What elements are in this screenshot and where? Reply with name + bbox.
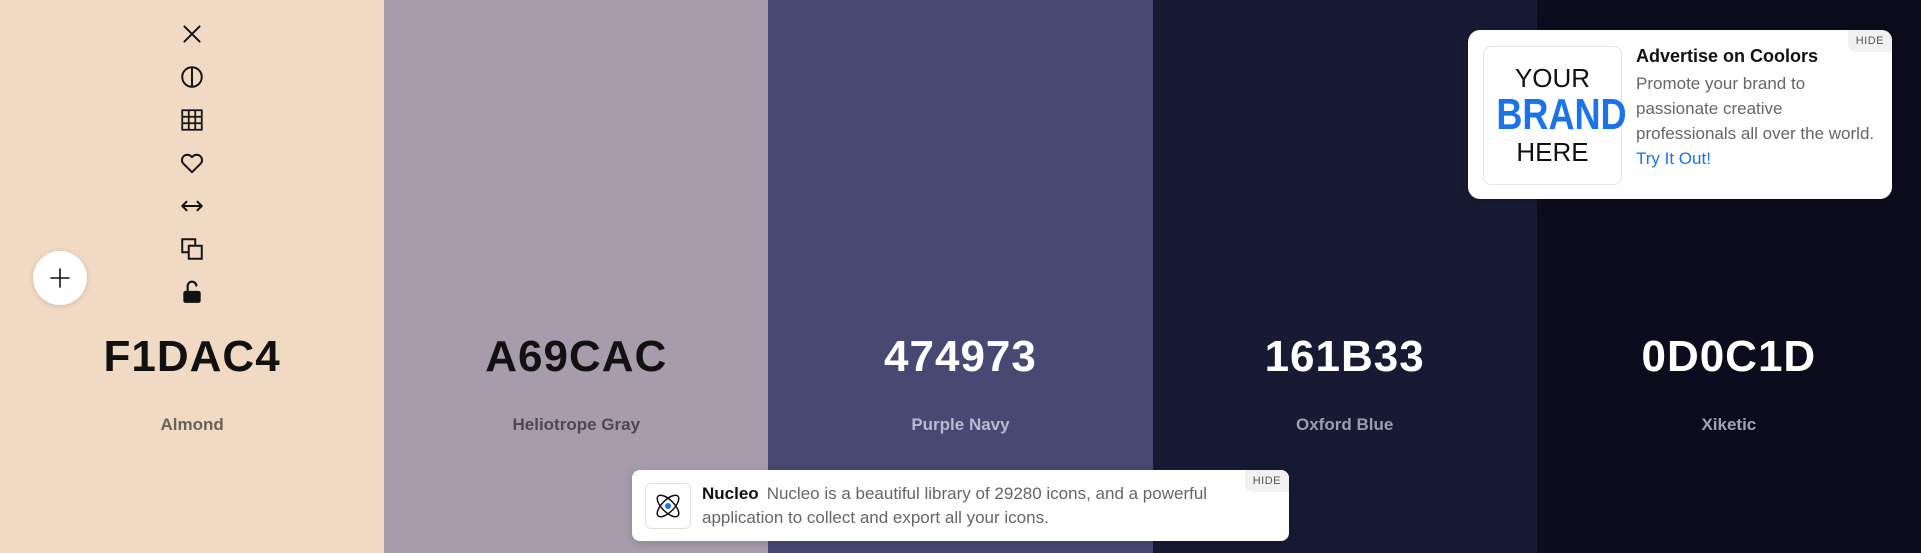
- drag-button[interactable]: [172, 184, 212, 227]
- ad-logo[interactable]: YOUR BRAND HERE: [1483, 46, 1627, 185]
- ad-body-text: Promote your brand to passionate creativ…: [1636, 74, 1875, 143]
- lock-color-button[interactable]: [172, 270, 212, 313]
- swatch-toolbar: [172, 12, 212, 313]
- color-name[interactable]: Almond: [0, 415, 384, 435]
- color-name[interactable]: Oxford Blue: [1153, 415, 1537, 435]
- ad-card: YOUR BRAND HERE Advertise on Coolors Pro…: [1468, 30, 1892, 199]
- hex-code[interactable]: A69CAC: [384, 332, 768, 382]
- ad-title[interactable]: Advertise on Coolors: [1636, 46, 1818, 67]
- view-shades-button[interactable]: [172, 98, 212, 141]
- color-name[interactable]: Purple Navy: [768, 415, 1152, 435]
- color-name[interactable]: Heliotrope Gray: [384, 415, 768, 435]
- contrast-icon: [181, 65, 203, 88]
- hex-code[interactable]: 161B33: [1153, 332, 1537, 382]
- hex-code[interactable]: 474973: [768, 332, 1152, 382]
- heart-icon: [181, 153, 203, 173]
- banner-body: Nucleo is a beautiful library of 29280 i…: [702, 484, 1208, 527]
- grid-icon: [181, 108, 203, 131]
- unlock-icon: [183, 280, 201, 303]
- arrows-horizontal-icon: [181, 200, 203, 211]
- remove-color-button[interactable]: [172, 12, 212, 55]
- add-color-button[interactable]: [33, 251, 87, 305]
- sponsor-banner[interactable]: Nucleo Nucleo is a beautiful library of 2…: [632, 470, 1289, 541]
- banner-title: Nucleo: [702, 484, 759, 503]
- ad-hide-button[interactable]: HIDE: [1847, 30, 1892, 52]
- banner-text: Nucleo Nucleo is a beautiful library of 2…: [702, 482, 1222, 530]
- hex-code[interactable]: 0D0C1D: [1537, 332, 1921, 382]
- ad-try-link[interactable]: Try It Out!: [1636, 149, 1711, 168]
- ad-body: Promote your brand to passionate creativ…: [1636, 71, 1876, 171]
- close-icon: [183, 24, 201, 43]
- shades-button[interactable]: [172, 55, 212, 98]
- plus-icon: [50, 268, 70, 288]
- banner-hide-button[interactable]: HIDE: [1244, 470, 1289, 492]
- copy-icon: [181, 237, 203, 260]
- logo-line-1: YOUR: [1514, 63, 1591, 93]
- logo-line-2: BRAND: [1496, 90, 1627, 139]
- copy-hex-button[interactable]: [172, 227, 212, 270]
- hex-code[interactable]: F1DAC4: [0, 332, 384, 382]
- save-color-button[interactable]: [172, 141, 212, 184]
- logo-line-3: HERE: [1516, 137, 1589, 167]
- color-name[interactable]: Xiketic: [1537, 415, 1921, 435]
- atom-icon: [645, 483, 691, 529]
